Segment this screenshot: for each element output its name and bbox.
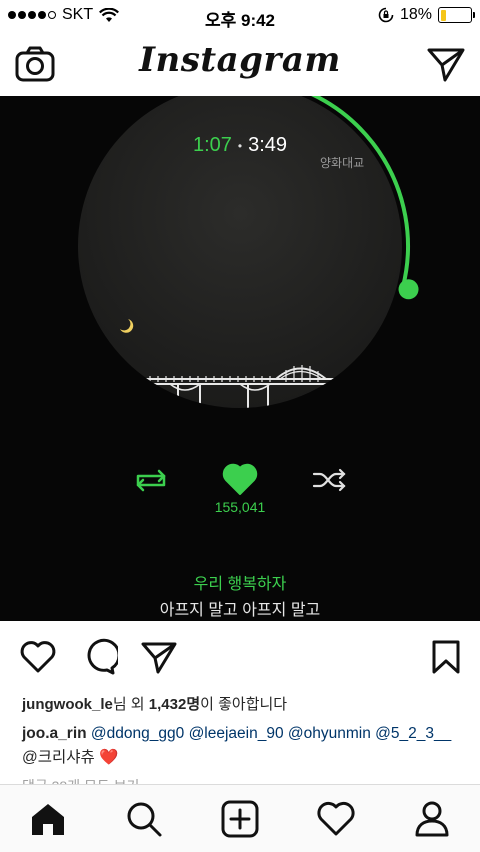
- home-icon[interactable]: [28, 799, 68, 839]
- search-icon[interactable]: [124, 799, 164, 839]
- total-time: 3:49: [248, 134, 288, 156]
- bottom-tab-bar: [0, 784, 480, 852]
- caption-username[interactable]: joo.a_rin: [22, 725, 87, 742]
- liker-username[interactable]: jungwook_le: [22, 696, 113, 713]
- rotation-lock-icon: [378, 7, 394, 23]
- bookmark-icon[interactable]: [427, 638, 465, 676]
- time-separator: •: [237, 138, 243, 153]
- caption-tail: @크리샤츄: [22, 749, 95, 766]
- mention-link[interactable]: @5_2_3__: [375, 725, 451, 742]
- mention-link[interactable]: @ddong_gg0: [91, 725, 184, 742]
- current-time: 1:07: [192, 134, 232, 156]
- likes-count[interactable]: 1,432명: [149, 696, 200, 713]
- playback-time: 1:07 • 3:49: [0, 134, 480, 157]
- mention-link[interactable]: @leejaein_90: [189, 725, 284, 742]
- add-post-icon[interactable]: [220, 799, 260, 839]
- status-right: 18%: [378, 6, 475, 24]
- post-media[interactable]: 1:07 • 3:49 양화대교 155,041 우리 행복하자 아프지 말고 아프…: [0, 96, 480, 621]
- status-bar: SKT 오후 9:42 18%: [0, 0, 480, 32]
- app-logo: Instagram: [139, 40, 341, 80]
- mention-link[interactable]: @ohyunmin: [288, 725, 371, 742]
- repeat-icon[interactable]: [136, 469, 166, 492]
- activity-heart-icon[interactable]: [316, 799, 356, 839]
- post-caption: joo.a_rin @ddong_gg0 @leejaein_90 @ohyun…: [22, 722, 462, 770]
- shuffle-icon[interactable]: [312, 468, 346, 492]
- comment-icon[interactable]: [80, 638, 118, 676]
- artwork-location-text: 양화대교: [320, 156, 365, 170]
- like-icon[interactable]: [19, 638, 57, 676]
- post-actions: [0, 621, 480, 691]
- song-likes-count: 155,041: [214, 499, 266, 515]
- lyric-current: 우리 행복하자: [193, 576, 287, 593]
- battery-icon: [438, 7, 475, 23]
- lyric-next: 아프지 말고 아프지 말고: [159, 602, 321, 619]
- player-artwork: [78, 96, 419, 495]
- top-nav-bar: Instagram: [0, 32, 480, 96]
- likes-summary: jungwook_le님 외 1,432명이 좋아합니다: [22, 696, 288, 713]
- profile-icon[interactable]: [412, 799, 452, 839]
- paper-plane-icon[interactable]: [426, 44, 466, 84]
- like-heart-icon[interactable]: [222, 463, 258, 495]
- battery-percent: 18%: [399, 6, 432, 23]
- progress-knob: [398, 279, 419, 300]
- share-icon[interactable]: [140, 638, 178, 676]
- heart-emoji: ❤️: [99, 749, 119, 766]
